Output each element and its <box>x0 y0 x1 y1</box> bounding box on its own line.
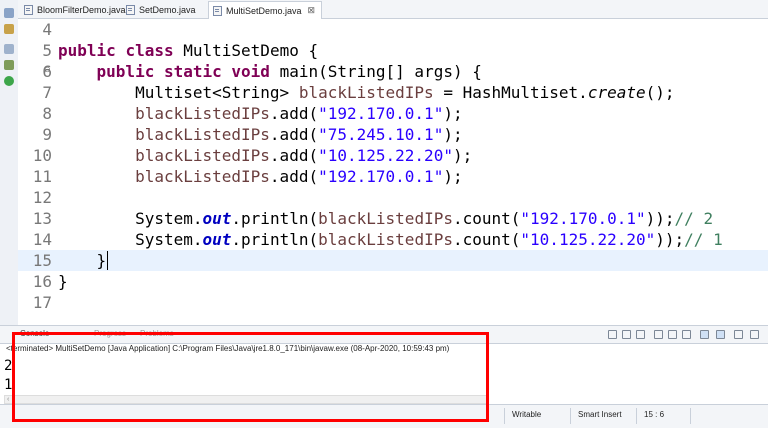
java-file-icon <box>126 4 135 15</box>
tab-label: MultiSetDemo.java <box>226 5 302 16</box>
code-text: blackListedIPs.add("10.125.22.20"); <box>135 146 473 165</box>
code-text: System.out.println(blackListedIPs.count(… <box>58 230 723 249</box>
line-number: 13 <box>32 209 52 228</box>
code-text: public class MultiSetDemo { <box>58 41 319 60</box>
tab-label: SetDemo.java <box>139 4 196 15</box>
code-line: 5 public class MultiSetDemo { <box>18 40 768 61</box>
outline-icon[interactable] <box>4 24 14 34</box>
line-number: 14 <box>32 230 52 249</box>
tab-bloomfilterdemo[interactable]: BloomFilterDemo.java <box>20 2 132 17</box>
separator <box>570 408 571 424</box>
java-file-icon <box>24 4 33 15</box>
line-number: 12 <box>32 188 52 207</box>
line-number: 9 <box>42 125 52 144</box>
code-line: 17 <box>18 292 768 313</box>
maximize-icon[interactable] <box>750 330 759 339</box>
code-text: } <box>58 251 109 270</box>
code-line: 16 } <box>18 271 768 292</box>
insert-mode-status: Smart Insert <box>578 410 622 419</box>
code-text: blackListedIPs.add("75.245.10.1"); <box>135 125 463 144</box>
console-launch-info: <terminated> MultiSetDemo [Java Applicat… <box>6 344 450 353</box>
code-line: 4 <box>18 19 768 40</box>
code-editor[interactable]: 4 5 public class MultiSetDemo { 6 ⊖ publ… <box>18 19 768 325</box>
separator <box>504 408 505 424</box>
remove-launch-icon[interactable] <box>622 330 631 339</box>
separator <box>636 408 637 424</box>
code-line: 8 blackListedIPs.add("192.170.0.1"); <box>18 103 768 124</box>
open-console-icon[interactable] <box>716 330 725 339</box>
code-line: 7 Multiset<String> blackListedIPs = Hash… <box>18 82 768 103</box>
writable-status: Writable <box>512 410 542 419</box>
tasks-icon[interactable] <box>4 60 14 70</box>
tab-setdemo[interactable]: SetDemo.java <box>122 2 202 17</box>
code-line: 9 blackListedIPs.add("75.245.10.1"); <box>18 124 768 145</box>
tab-problems[interactable]: Problems <box>140 329 174 338</box>
text-cursor <box>107 251 109 270</box>
separator <box>690 408 691 424</box>
code-text: blackListedIPs.add("192.170.0.1"); <box>135 167 463 186</box>
fold-toggle-icon[interactable]: ⊖ <box>44 65 51 74</box>
line-number: 17 <box>32 293 52 312</box>
code-line: 10 blackListedIPs.add("10.125.22.20"); <box>18 145 768 166</box>
tab-multisetdemo[interactable]: MultiSetDemo.java ⊠ <box>208 1 323 19</box>
tab-console[interactable]: Console <box>20 329 49 338</box>
console-panel-header: Console Progress Problems <box>0 325 768 344</box>
code-line: 12 <box>18 187 768 208</box>
tab-label: BloomFilterDemo.java <box>37 4 126 15</box>
run-status-icon[interactable] <box>4 76 14 86</box>
display-console-icon[interactable] <box>700 330 709 339</box>
minimize-icon[interactable] <box>734 330 743 339</box>
line-number: 7 <box>42 83 52 102</box>
tab-progress[interactable]: Progress <box>94 329 126 338</box>
java-file-icon <box>213 5 222 16</box>
scroll-lock-icon[interactable] <box>654 330 663 339</box>
editor-tab-bar: BloomFilterDemo.java SetDemo.java MultiS… <box>18 0 768 19</box>
terminate-icon[interactable] <box>608 330 617 339</box>
line-number: 10 <box>32 146 52 165</box>
code-line: 13 System.out.println(blackListedIPs.cou… <box>18 208 768 229</box>
pin-console-icon[interactable] <box>682 330 691 339</box>
left-trim-toolbar <box>0 0 19 325</box>
line-number: 5 <box>42 41 52 60</box>
line-number: 16 <box>32 272 52 291</box>
line-number: 15 <box>32 251 52 270</box>
line-number: 4 <box>42 20 52 39</box>
line-number: 8 <box>42 104 52 123</box>
show-output-icon[interactable] <box>668 330 677 339</box>
console-horizontal-scrollbar[interactable]: ‹ <box>4 395 488 404</box>
code-text: Multiset<String> blackListedIPs = HashMu… <box>58 83 675 102</box>
remove-all-icon[interactable] <box>636 330 645 339</box>
code-text: System.out.println(blackListedIPs.count(… <box>58 209 714 228</box>
code-line: 14 System.out.println(blackListedIPs.cou… <box>18 229 768 250</box>
code-text: public static void main(String[] args) { <box>96 62 482 81</box>
console-output-line: 1 <box>4 377 13 393</box>
status-bar: Writable Smart Insert 15 : 6 <box>0 404 768 428</box>
package-explorer-icon[interactable] <box>4 8 14 18</box>
line-number: 11 <box>32 167 52 186</box>
hierarchy-icon[interactable] <box>4 44 14 54</box>
close-tab-icon[interactable]: ⊠ <box>308 5 316 16</box>
console-output-line: 2 <box>4 358 13 374</box>
code-line: 6 ⊖ public static void main(String[] arg… <box>18 61 768 82</box>
code-line: 11 blackListedIPs.add("192.170.0.1"); <box>18 166 768 187</box>
cursor-position-status: 15 : 6 <box>644 410 665 419</box>
code-text: blackListedIPs.add("192.170.0.1"); <box>135 104 463 123</box>
current-code-line: 15 } <box>18 250 768 271</box>
code-text: } <box>58 272 68 291</box>
